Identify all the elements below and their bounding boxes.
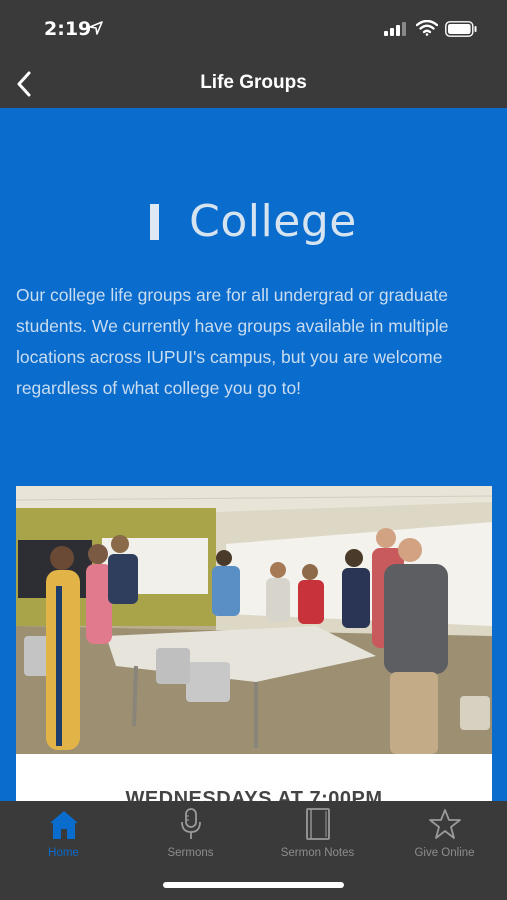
group-photo (16, 486, 492, 754)
meeting-time-card: WEDNESDAYS AT 7:00PM (16, 754, 492, 801)
tab-give-online[interactable]: Give Online (381, 807, 507, 867)
home-indicator[interactable] (163, 882, 344, 888)
home-icon (49, 811, 78, 839)
status-bar: 2:19 (0, 0, 507, 60)
tab-sermons-label: Sermons (167, 847, 214, 859)
battery-icon (445, 21, 477, 37)
content-scroll-area[interactable]: College Our college life groups are for … (0, 108, 507, 801)
section-heading: College (0, 196, 507, 247)
cellular-signal-icon (384, 22, 406, 36)
meeting-time-title: WEDNESDAYS AT 7:00PM (125, 788, 383, 801)
page-title: Life Groups (200, 72, 307, 93)
tab-home[interactable]: Home (0, 807, 127, 867)
tab-sermon-notes[interactable]: Sermon Notes (254, 807, 381, 867)
navigation-bar: Life Groups (0, 60, 507, 108)
section-description: Our college life groups are for all unde… (16, 285, 449, 398)
microphone-icon (180, 808, 201, 839)
status-time: 2:19 (44, 18, 92, 40)
heading-accent-bar (150, 203, 160, 240)
location-arrow-icon (89, 21, 103, 35)
group-photo-image (16, 486, 492, 754)
tab-give-online-label: Give Online (414, 847, 475, 859)
tab-sermons[interactable]: Sermons (127, 807, 254, 867)
star-icon (428, 809, 461, 839)
section-heading-text: College (189, 196, 357, 247)
wifi-icon (416, 20, 438, 36)
tab-home-label: Home (48, 847, 79, 859)
tab-sermon-notes-label: Sermon Notes (280, 847, 355, 859)
notebook-icon (305, 808, 330, 840)
